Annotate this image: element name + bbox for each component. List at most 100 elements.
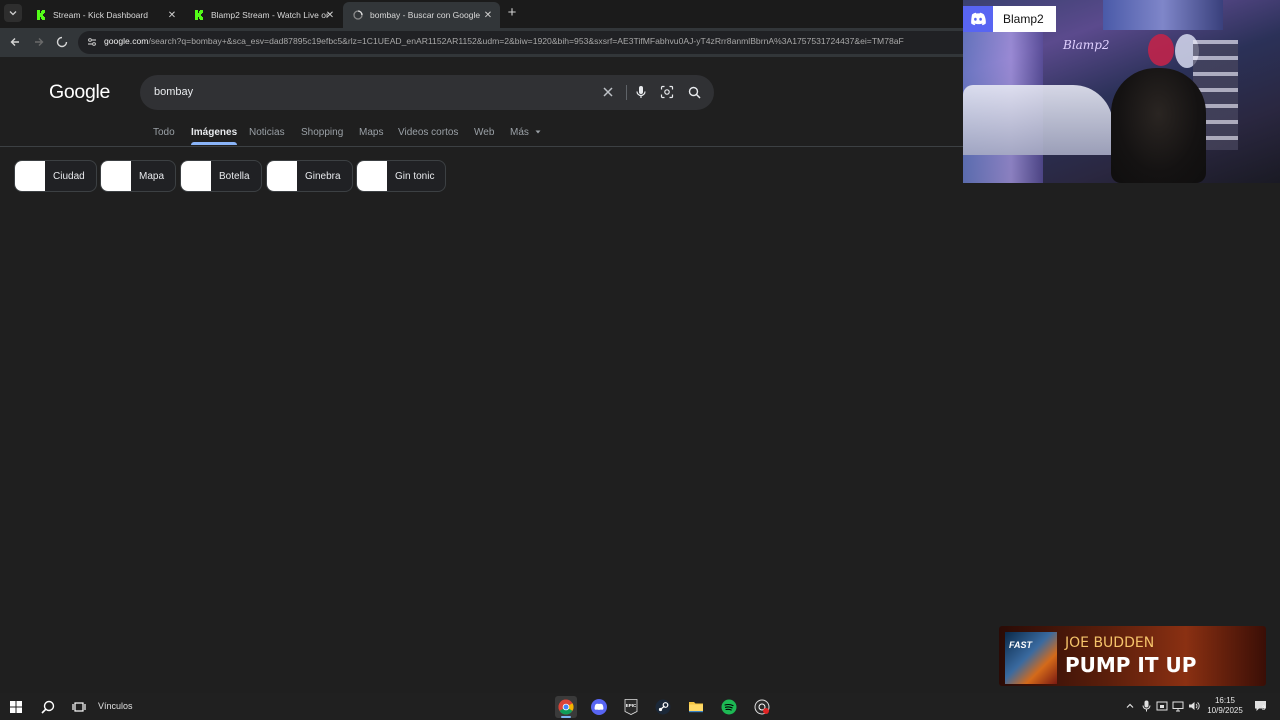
windows-taskbar: Vínculos EPIC 16:15 10/9/2025 3 bbox=[0, 693, 1280, 720]
tab-search-button[interactable] bbox=[4, 4, 22, 22]
chevron-down-icon bbox=[9, 11, 17, 16]
kick-icon bbox=[36, 10, 46, 20]
search-input[interactable]: bombay bbox=[154, 86, 193, 98]
url-host: google.com bbox=[104, 36, 149, 46]
discord-icon bbox=[963, 6, 993, 32]
network-tray-icon[interactable] bbox=[1172, 700, 1184, 712]
tab-title: Blamp2 Stream - Watch Live on Kick bbox=[211, 10, 329, 20]
chip-thumbnail bbox=[181, 161, 211, 191]
google-logo[interactable]: Google bbox=[49, 81, 110, 104]
links-toolbar-label[interactable]: Vínculos bbox=[98, 701, 133, 711]
url-path: /search?q=bombay+&sca_esv=dad87895c19efb… bbox=[148, 36, 904, 46]
record-icon bbox=[754, 699, 770, 715]
chip-label: Ginebra bbox=[305, 170, 341, 182]
taskbar-search-button[interactable] bbox=[37, 696, 59, 718]
loading-spinner-icon bbox=[56, 36, 68, 48]
task-view-button[interactable] bbox=[68, 696, 90, 718]
discord-username: Blamp2 bbox=[993, 6, 1056, 32]
chevron-up-icon bbox=[1126, 703, 1134, 708]
tab-title: Stream - Kick Dashboard bbox=[53, 10, 148, 20]
tab-shopping[interactable]: Shopping bbox=[301, 127, 343, 138]
search-icon bbox=[41, 700, 55, 714]
forward-button[interactable] bbox=[31, 34, 47, 50]
system-clock[interactable]: 16:15 10/9/2025 bbox=[1200, 696, 1250, 716]
close-tab-icon[interactable]: ✕ bbox=[482, 9, 494, 21]
neon-sign: Blamp2 bbox=[1063, 38, 1110, 52]
clear-search-icon[interactable] bbox=[601, 85, 615, 99]
tab-mas-label: Más bbox=[510, 127, 529, 138]
tab-maps[interactable]: Maps bbox=[359, 127, 383, 138]
stop-loading-button[interactable] bbox=[54, 34, 70, 50]
tab-title: bombay - Buscar con Google bbox=[370, 10, 481, 20]
volume-tray-icon[interactable] bbox=[1188, 700, 1200, 712]
album-art: FAST bbox=[1005, 632, 1057, 684]
search-icon[interactable] bbox=[687, 85, 701, 99]
new-tab-button[interactable]: + bbox=[503, 4, 521, 22]
arrow-left-icon bbox=[10, 38, 19, 46]
lens-camera-icon[interactable] bbox=[660, 85, 674, 99]
wall-poster bbox=[1103, 0, 1223, 30]
tab-mas[interactable]: Más bbox=[510, 127, 541, 138]
taskbar-obs[interactable] bbox=[751, 696, 773, 718]
windows-icon bbox=[10, 701, 22, 713]
spotify-icon bbox=[721, 699, 737, 715]
chip-label: Ciudad bbox=[53, 170, 85, 182]
steam-icon bbox=[655, 699, 671, 715]
taskbar-file-explorer[interactable] bbox=[685, 696, 707, 718]
tab-imagenes-label: Imágenes bbox=[191, 127, 238, 138]
track-title: PUMP IT UP bbox=[1065, 653, 1197, 677]
tab-imagenes[interactable]: Imágenes bbox=[191, 127, 238, 145]
taskbar-discord[interactable] bbox=[588, 696, 610, 718]
tab-noticias[interactable]: Noticias bbox=[249, 127, 285, 138]
artist-name: JOE BUDDEN bbox=[1065, 635, 1155, 651]
back-button[interactable] bbox=[7, 34, 23, 50]
security-tray-icon[interactable] bbox=[1156, 700, 1168, 712]
show-hidden-icons-button[interactable] bbox=[1124, 700, 1136, 712]
address-bar[interactable]: google.com/search?q=bombay+&sca_esv=dad8… bbox=[78, 31, 978, 54]
start-button[interactable] bbox=[5, 696, 27, 718]
chip-botella[interactable]: Botella bbox=[180, 160, 262, 192]
tab-google-search[interactable]: bombay - Buscar con Google ✕ bbox=[343, 2, 500, 28]
search-divider bbox=[626, 85, 627, 100]
chip-label: Gin tonic bbox=[395, 170, 435, 182]
chip-thumbnail bbox=[267, 161, 297, 191]
now-playing-widget: FAST JOE BUDDEN PUMP IT UP bbox=[999, 626, 1266, 686]
taskbar-epic-games[interactable]: EPIC bbox=[620, 696, 642, 718]
album-art-text: FAST bbox=[1009, 640, 1033, 650]
chip-thumbnail bbox=[15, 161, 45, 191]
clock-time: 16:15 bbox=[1214, 696, 1236, 705]
caret-down-icon bbox=[535, 130, 541, 134]
tab-kick-stream[interactable]: Blamp2 Stream - Watch Live on Kick ✕ bbox=[184, 2, 342, 28]
tab-todo[interactable]: Todo bbox=[153, 127, 175, 138]
search-box[interactable]: bombay bbox=[140, 75, 714, 110]
url-text: google.com/search?q=bombay+&sca_esv=dad8… bbox=[104, 36, 964, 46]
active-tab-indicator bbox=[191, 142, 238, 145]
chip-mapa[interactable]: Mapa bbox=[100, 160, 177, 192]
taskbar-chrome[interactable] bbox=[555, 696, 577, 718]
tab-web[interactable]: Web bbox=[474, 127, 494, 138]
notification-count: 3 bbox=[1262, 706, 1266, 712]
taskbar-steam[interactable] bbox=[652, 696, 674, 718]
epic-games-icon: EPIC bbox=[624, 699, 638, 715]
close-tab-icon[interactable]: ✕ bbox=[324, 9, 336, 21]
chip-label: Mapa bbox=[139, 170, 165, 182]
microphone-tray-icon[interactable] bbox=[1140, 700, 1152, 712]
bed bbox=[963, 85, 1113, 155]
kick-icon bbox=[194, 10, 204, 20]
tab-kick-dashboard[interactable]: Stream - Kick Dashboard ✕ bbox=[26, 2, 184, 28]
loading-spinner-icon bbox=[353, 10, 363, 20]
balloon bbox=[1148, 34, 1174, 66]
chip-ciudad[interactable]: Ciudad bbox=[14, 160, 97, 192]
discord-icon bbox=[591, 699, 607, 715]
chip-gin-tonic[interactable]: Gin tonic bbox=[356, 160, 447, 192]
tab-videos-cortos[interactable]: Videos cortos bbox=[398, 127, 458, 138]
microphone-icon[interactable] bbox=[634, 85, 648, 99]
close-tab-icon[interactable]: ✕ bbox=[166, 9, 178, 21]
clock-date: 10/9/2025 bbox=[1207, 706, 1243, 715]
discord-name-tag: Blamp2 bbox=[963, 6, 1068, 32]
chip-thumbnail bbox=[101, 161, 131, 191]
site-info-icon[interactable] bbox=[86, 36, 98, 48]
arrow-right-icon bbox=[35, 38, 44, 46]
chip-ginebra[interactable]: Ginebra bbox=[266, 160, 353, 192]
taskbar-spotify[interactable] bbox=[718, 696, 740, 718]
